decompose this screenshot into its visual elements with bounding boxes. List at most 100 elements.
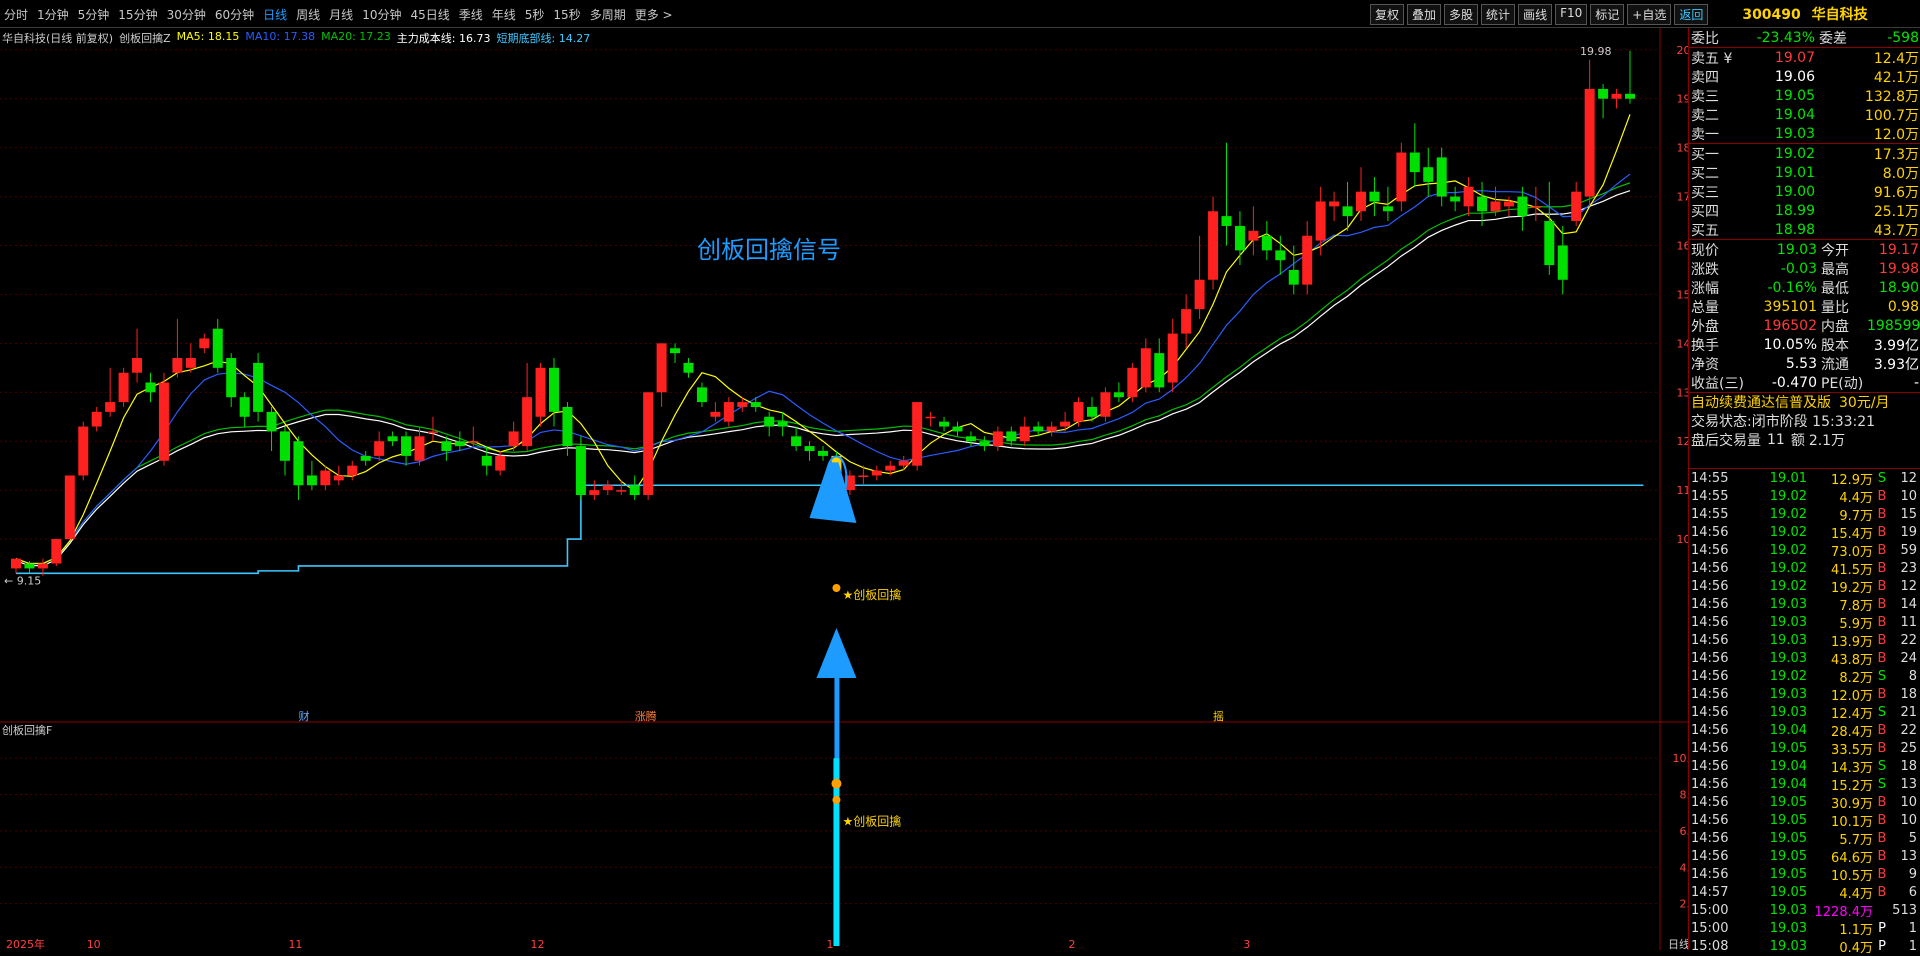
tick-row: 14:56 19.05 10.5万 B 9 [1689, 865, 1920, 884]
tick-time: 14:55 [1691, 506, 1729, 522]
tick-time: 14:56 [1691, 812, 1729, 828]
candle-body [1409, 152, 1420, 173]
tick-time: 14:56 [1691, 776, 1729, 792]
ask-level-2[interactable]: 卖三 19.05 132.8万 [1689, 86, 1920, 105]
toolbar-button-3[interactable]: 统计 [1481, 4, 1516, 25]
toolbar-button-5[interactable]: F10 [1555, 4, 1588, 25]
ma10-label: MA10: 17.38 [245, 30, 316, 43]
promo-row[interactable]: 自动续费通达信普及版 30元/月 [1689, 392, 1920, 411]
tick-row: 15:00 19.03 1.1万 P 1 [1689, 919, 1920, 938]
period-tab-7[interactable]: 周线 [296, 6, 320, 23]
period-tab-9[interactable]: 10分钟 [362, 6, 401, 23]
bid-level-4[interactable]: 买五 18.98 43.7万 [1689, 220, 1920, 239]
ask-level-4[interactable]: 卖一 19.03 12.0万 [1689, 124, 1920, 143]
quote-value: 19.03 [1776, 241, 1817, 258]
quote-label: 涨幅 [1691, 280, 1719, 297]
candle-body [414, 436, 425, 461]
candle-body [1046, 426, 1057, 432]
kline-chart[interactable]: 20.0019.0018.0017.0016.0015.0014.0013.00… [0, 28, 1688, 950]
tick-time: 15:08 [1691, 938, 1729, 954]
tick-count: 14 [1900, 596, 1917, 612]
ask-volume: 132.8万 [1864, 88, 1919, 105]
sub-legend[interactable]: 创板回擒F [2, 722, 52, 738]
bid-level-0[interactable]: 买一 19.02 17.3万 [1689, 144, 1920, 163]
tick-price: 19.05 [1769, 830, 1807, 846]
toolbar-button-7[interactable]: +自选 [1627, 4, 1672, 25]
tick-time: 14:56 [1691, 524, 1729, 540]
candle-body [858, 475, 869, 477]
period-tab-15[interactable]: 多周期 [590, 6, 626, 23]
candle-body [306, 475, 317, 486]
bid-level-1[interactable]: 买二 19.01 8.0万 [1689, 163, 1920, 182]
candle-body [1530, 206, 1541, 208]
period-tab-12[interactable]: 年线 [492, 6, 516, 23]
tick-time: 14:56 [1691, 704, 1729, 720]
quote-value: 19.17 [1878, 241, 1919, 258]
candle-body [965, 436, 976, 442]
tick-volume: 28.4万 [1831, 724, 1873, 740]
candle-body [535, 367, 546, 417]
tick-side: B [1877, 866, 1887, 882]
tick-row: 14:56 19.05 10.1万 B 10 [1689, 811, 1920, 830]
tick-volume: 8.2万 [1839, 670, 1873, 686]
candle-body [1234, 225, 1245, 251]
tick-price: 19.02 [1769, 668, 1807, 684]
sub-signal-dot [831, 778, 842, 789]
bid-level-2[interactable]: 买三 19.00 91.6万 [1689, 182, 1920, 201]
tick-row: 14:56 19.03 7.8万 B 14 [1689, 595, 1920, 614]
quote-value: -0.03 [1780, 260, 1817, 277]
period-tab-10[interactable]: 45日线 [410, 6, 449, 23]
period-tab-16[interactable]: 更多 > [635, 6, 673, 23]
period-tab-8[interactable]: 月线 [329, 6, 353, 23]
period-tab-1[interactable]: 1分钟 [37, 6, 69, 23]
toolbar-button-6[interactable]: 标记 [1590, 4, 1625, 25]
candle-body [481, 455, 492, 466]
indicator-name[interactable]: 创板回擒Z [119, 30, 171, 46]
ma20-label: MA20: 17.23 [321, 30, 391, 43]
candle-body [1073, 402, 1084, 422]
tick-row: 14:56 19.02 15.4万 B 19 [1689, 523, 1920, 542]
ask-level-0[interactable]: 卖五 ¥ 19.07 12.4万 [1689, 48, 1920, 67]
candle-body [320, 470, 331, 486]
tick-time: 14:56 [1691, 866, 1729, 882]
candle-body [387, 436, 398, 442]
period-tab-11[interactable]: 季线 [459, 6, 483, 23]
toolbar-button-1[interactable]: 叠加 [1407, 4, 1442, 25]
quote-row-7: 收益(三) -0.470 PE(动) - [1689, 373, 1920, 392]
tick-time: 14:56 [1691, 830, 1729, 846]
candle-body [427, 431, 438, 433]
bid-level-3[interactable]: 买四 18.99 25.1万 [1689, 201, 1920, 220]
tick-price: 19.03 [1769, 902, 1807, 918]
toolbar-button-0[interactable]: 复权 [1370, 4, 1405, 25]
period-tab-6[interactable]: 日线 [263, 6, 287, 23]
candle-body [1194, 279, 1205, 310]
candle-body [1477, 196, 1488, 212]
candle-body [1369, 191, 1380, 202]
tick-count: 22 [1900, 722, 1917, 738]
quote-label: 现价 [1691, 242, 1719, 259]
toolbar-button-4[interactable]: 画线 [1518, 4, 1553, 25]
ask-level-1[interactable]: 卖四 19.06 42.1万 [1689, 67, 1920, 86]
quote-value: 5.53 [1785, 355, 1817, 372]
quote-label: 总量 [1691, 299, 1719, 316]
tick-side: S [1877, 470, 1887, 486]
period-tab-5[interactable]: 60分钟 [215, 6, 254, 23]
period-tab-4[interactable]: 30分钟 [167, 6, 206, 23]
candle-body [1598, 88, 1609, 99]
ask-level-3[interactable]: 卖二 19.04 100.7万 [1689, 105, 1920, 124]
trade-status-value: 闭市阶段 15:33:21 [1751, 413, 1876, 430]
candle-body [24, 563, 35, 569]
sub-signal-dot [832, 796, 841, 804]
tick-row: 14:56 19.05 5.7万 B 5 [1689, 829, 1920, 848]
candle-body [212, 328, 223, 368]
candle-body [360, 455, 371, 461]
after-hours-row: 盘后交易量 11 额 2.1万 [1689, 430, 1920, 449]
period-tab-13[interactable]: 5秒 [525, 6, 545, 23]
period-tab-3[interactable]: 15分钟 [118, 6, 157, 23]
tick-list[interactable]: 14:55 19.01 12.9万 S 12 14:55 19.02 4.4万 B 10 14:55… [1689, 468, 1920, 956]
toolbar-button-2[interactable]: 多股 [1444, 4, 1479, 25]
period-tab-14[interactable]: 15秒 [553, 6, 580, 23]
period-tab-0[interactable]: 分时 [4, 6, 28, 23]
tick-side: B [1877, 560, 1887, 576]
period-tab-2[interactable]: 5分钟 [78, 6, 110, 23]
